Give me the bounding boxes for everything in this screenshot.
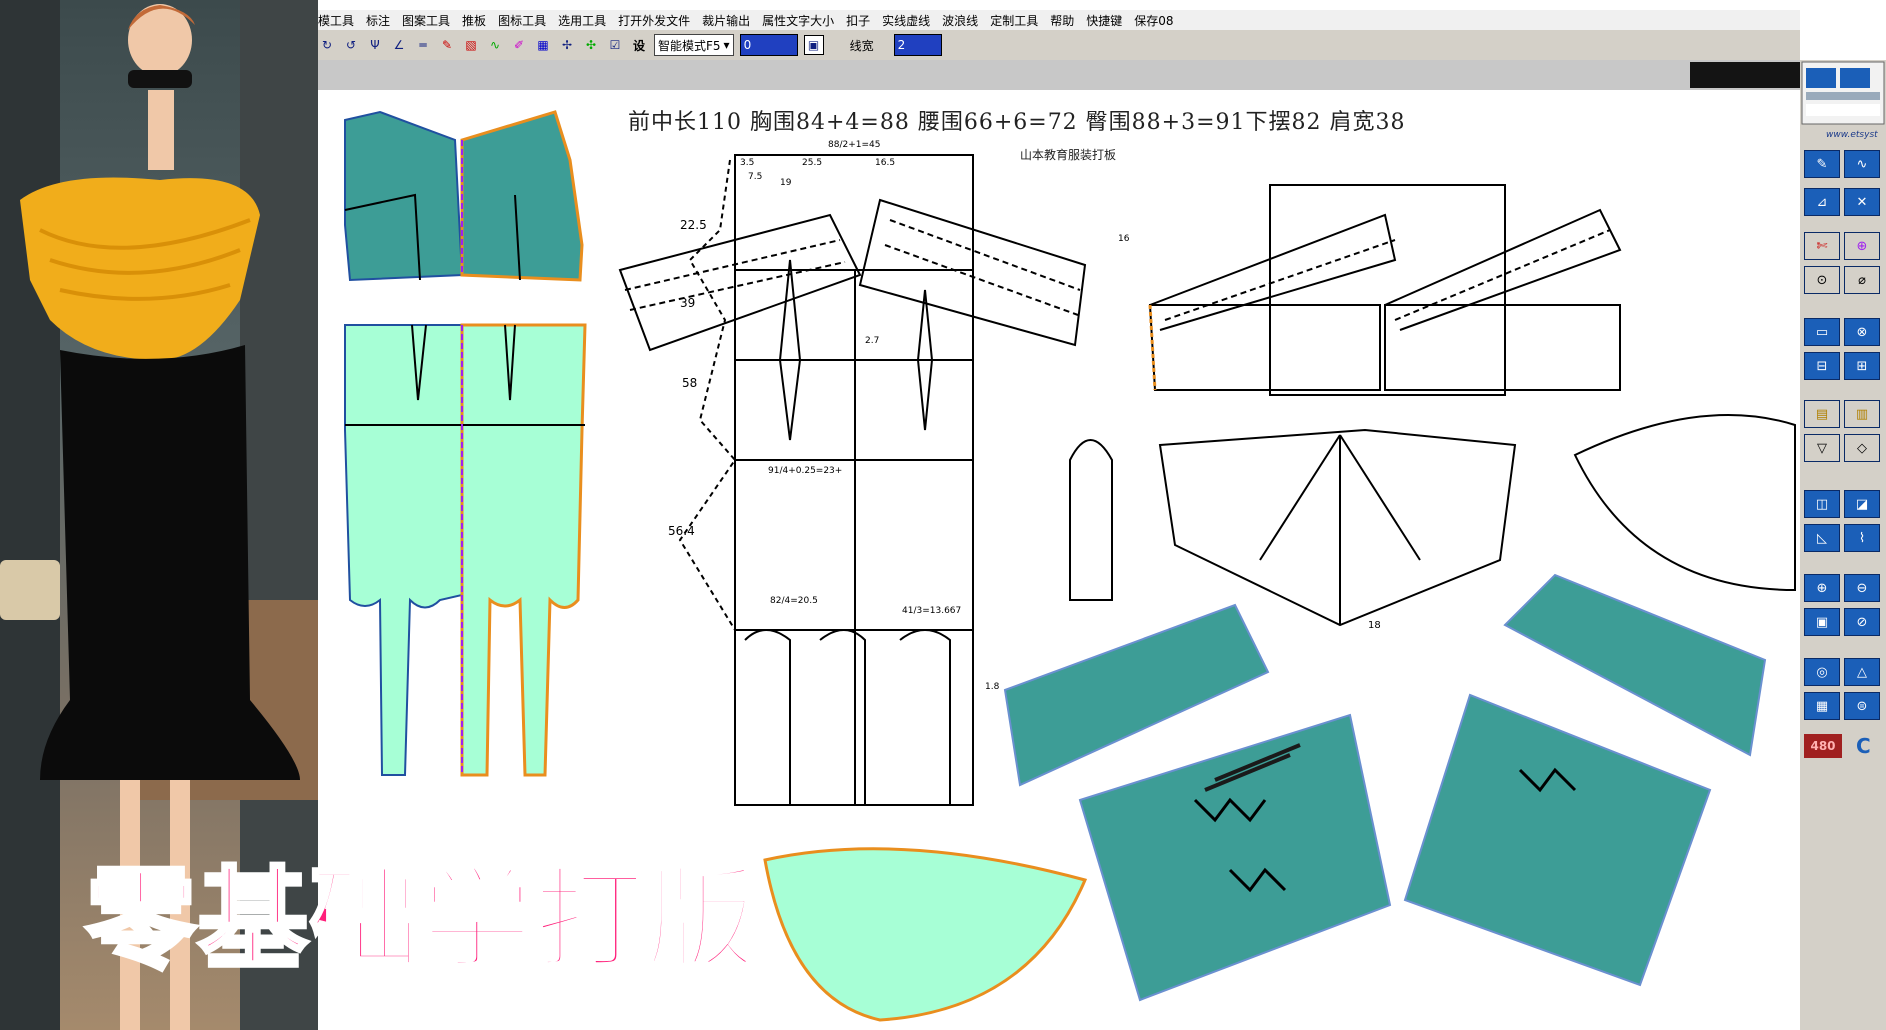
tool-button-17[interactable]: ◫ bbox=[1804, 490, 1840, 518]
tool-button-16[interactable]: ◇ bbox=[1844, 434, 1880, 462]
teal-piece-4 bbox=[1403, 693, 1712, 987]
tool-button-3[interactable]: ⊿ bbox=[1804, 188, 1840, 216]
tool-button-6[interactable]: ⊕ bbox=[1844, 232, 1880, 260]
bodice-right-piece bbox=[460, 110, 584, 282]
teal-piece-2 bbox=[1078, 713, 1392, 1002]
dim-label: 7.5 bbox=[748, 172, 763, 182]
dim-label: 19 bbox=[780, 178, 792, 188]
dim-label: 39 bbox=[680, 296, 696, 310]
tool-button-9[interactable]: ▭ bbox=[1804, 318, 1840, 346]
tool-button-1[interactable]: ✎ bbox=[1804, 150, 1840, 178]
tool-button-24[interactable]: ⊘ bbox=[1844, 608, 1880, 636]
tool-button-19[interactable]: ◺ bbox=[1804, 524, 1840, 552]
dim-label: 18 bbox=[1368, 620, 1381, 631]
tool-button-2[interactable]: ∿ bbox=[1844, 150, 1880, 178]
tool-button-11[interactable]: ⊟ bbox=[1804, 352, 1840, 380]
collar-piece bbox=[1158, 428, 1517, 627]
dim-label: 22.5 bbox=[680, 218, 707, 232]
tool-button-13[interactable]: ▤ bbox=[1804, 400, 1840, 428]
banner-title: 零基础学打版 bbox=[84, 854, 758, 986]
tool-button-7[interactable]: ⊙ bbox=[1804, 266, 1840, 294]
dim-label: 16.5 bbox=[875, 158, 896, 168]
tool-button-4[interactable]: ✕ bbox=[1844, 188, 1880, 216]
dim-label: 41/3=13.667 bbox=[902, 606, 962, 616]
dim-label: 2.7 bbox=[865, 336, 880, 346]
dim-label: 91/4+0.25=23+ bbox=[768, 466, 843, 476]
right-tool-panel: www.etsyst ✎ ∿ ⊿ ✕ ✄ ⊕ ⊙ ⌀ ▭ ⊗ ⊟ ⊞ ▤ ▥ ▽… bbox=[1800, 60, 1886, 1030]
dim-label: 56.4 bbox=[668, 524, 695, 538]
dim-label: 3.5 bbox=[740, 158, 755, 168]
measurement-text: 前中长110 胸围84+4=88 腰围66+6=72 臀围88+3=91下摆82… bbox=[628, 110, 1406, 135]
dim-label: 58 bbox=[682, 376, 698, 390]
sleeve-piece bbox=[1069, 439, 1113, 601]
tool-button-8[interactable]: ⌀ bbox=[1844, 266, 1880, 294]
tool-button-15[interactable]: ▽ bbox=[1804, 434, 1840, 462]
tool-button-26[interactable]: △ bbox=[1844, 658, 1880, 686]
dim-label: 1.8 bbox=[985, 682, 1000, 692]
tool-button-23[interactable]: ▣ bbox=[1804, 608, 1840, 636]
skirt-right-piece bbox=[460, 323, 587, 777]
website-url: www.etsyst bbox=[1826, 130, 1878, 140]
hem-curve bbox=[1573, 414, 1796, 592]
dim-label: 88/2+1=45 bbox=[828, 140, 881, 150]
tool-button-5[interactable]: ✄ bbox=[1804, 232, 1840, 260]
tool-button-18[interactable]: ◪ bbox=[1844, 490, 1880, 518]
tool-button-14[interactable]: ▥ bbox=[1844, 400, 1880, 428]
dim-label: 82/4=20.5 bbox=[770, 596, 818, 606]
tool-button-27[interactable]: ▦ bbox=[1804, 692, 1840, 720]
tool-button-25[interactable]: ◎ bbox=[1804, 658, 1840, 686]
skirt-left-piece bbox=[344, 324, 463, 776]
app-logo: C bbox=[1856, 734, 1871, 758]
tool-button-10[interactable]: ⊗ bbox=[1844, 318, 1880, 346]
counter-display: 480 bbox=[1804, 734, 1842, 758]
mint-piece bbox=[763, 847, 1088, 1022]
tool-button-12[interactable]: ⊞ bbox=[1844, 352, 1880, 380]
tool-button-20[interactable]: ⌇ bbox=[1844, 524, 1880, 552]
bodice-left-piece bbox=[344, 110, 464, 282]
tool-button-28[interactable]: ⊜ bbox=[1844, 692, 1880, 720]
tool-button-22[interactable]: ⊖ bbox=[1844, 574, 1880, 602]
dim-label: 25.5 bbox=[802, 158, 823, 168]
tool-button-21[interactable]: ⊕ bbox=[1804, 574, 1840, 602]
school-label: 山本教育服装打板 bbox=[1020, 148, 1117, 162]
dim-label: 16 bbox=[1118, 234, 1130, 244]
